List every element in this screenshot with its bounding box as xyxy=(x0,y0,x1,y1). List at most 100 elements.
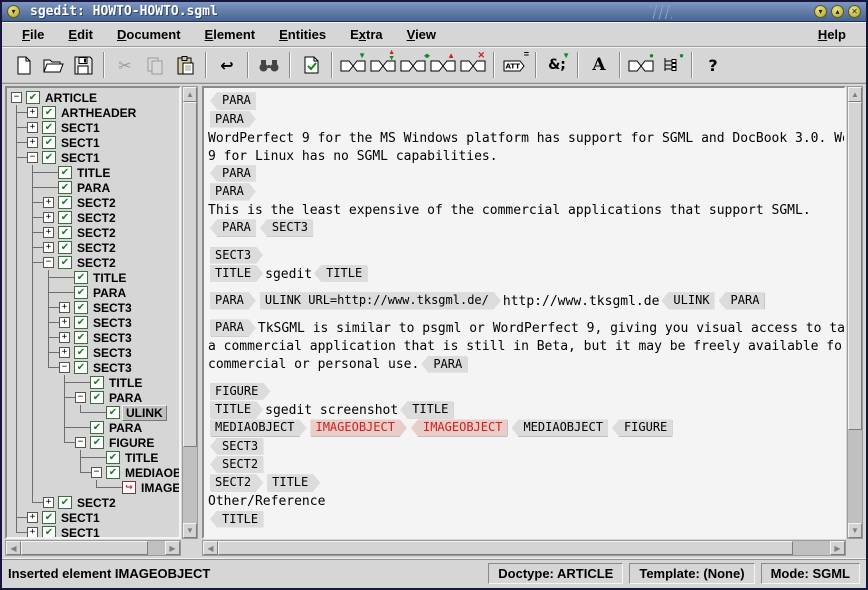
tree-toggle-plus[interactable]: + xyxy=(59,347,70,358)
scroll-right-arrow[interactable]: ▶ xyxy=(165,541,180,555)
sgml-close-tag[interactable]: SECT3 xyxy=(260,219,313,236)
tree-node-para[interactable]: ✔PARA xyxy=(7,285,179,300)
tree-toggle-plus[interactable]: + xyxy=(43,227,54,238)
delete-element-button[interactable]: ✕ xyxy=(458,51,488,79)
attribute-editor-button[interactable]: ATT= xyxy=(500,51,530,79)
sgml-open-tag[interactable]: SECT3 xyxy=(210,247,263,264)
scroll-thumb[interactable] xyxy=(848,102,862,430)
tree-toggle-plus[interactable]: + xyxy=(43,197,54,208)
document-editor[interactable]: PARAPARAWordPerfect 9 for the MS Windows… xyxy=(202,86,846,539)
tree-node-figure[interactable]: −✔FIGURE xyxy=(7,435,179,450)
tree-node-sect3[interactable]: +✔SECT3 xyxy=(7,315,179,330)
sgml-close-tag[interactable]: PARA xyxy=(210,92,256,109)
scroll-thumb[interactable] xyxy=(218,541,793,555)
tree-node-sect1[interactable]: +✔SECT1 xyxy=(7,510,179,525)
tree-toggle-plus[interactable]: + xyxy=(43,497,54,508)
scroll-thumb[interactable] xyxy=(21,541,148,555)
sgml-open-tag[interactable]: PARA xyxy=(210,292,256,309)
tree-node-para[interactable]: −✔PARA xyxy=(7,390,179,405)
tree-node-title[interactable]: ✔TITLE xyxy=(7,375,179,390)
tree-horizontal-scrollbar[interactable]: ◀ ▶ xyxy=(5,540,181,556)
tree-toggle-minus[interactable]: − xyxy=(43,257,54,268)
change-element-button[interactable]: ▲▼ xyxy=(368,51,398,79)
menu-file[interactable]: File xyxy=(10,24,56,45)
toggle-tags-button[interactable]: ● xyxy=(626,51,656,79)
close-button[interactable]: ✕ xyxy=(848,5,861,18)
insert-parent-element-button[interactable]: ▲ xyxy=(428,51,458,79)
tree-node-title[interactable]: ✔TITLE xyxy=(7,165,179,180)
sgml-close-tag[interactable]: IMAGEOBJECT xyxy=(411,419,507,436)
tree-toggle-minus[interactable]: − xyxy=(91,467,102,478)
sgml-open-tag[interactable]: IMAGEOBJECT xyxy=(310,419,406,436)
tree-toggle-minus[interactable]: − xyxy=(11,92,22,103)
sgml-close-tag[interactable]: MEDIAOBJECT xyxy=(511,419,607,436)
insert-element-button[interactable]: ▼ xyxy=(338,51,368,79)
sgml-open-tag[interactable]: PARA xyxy=(210,183,256,200)
tree-node-sect3[interactable]: +✔SECT3 xyxy=(7,300,179,315)
scroll-left-arrow[interactable]: ◀ xyxy=(6,541,21,555)
tree-toggle-plus[interactable]: + xyxy=(27,527,38,538)
new-document-button[interactable] xyxy=(8,51,38,79)
save-button[interactable] xyxy=(68,51,98,79)
menu-help[interactable]: Help xyxy=(806,24,858,45)
sgml-open-tag[interactable]: MEDIAOBJECT xyxy=(210,419,306,436)
maximize-button[interactable]: ▴ xyxy=(831,5,844,18)
sgml-close-tag[interactable]: PARA xyxy=(210,219,256,236)
tree-node-sect1[interactable]: +✔SECT1 xyxy=(7,120,179,135)
tree-toggle-plus[interactable]: + xyxy=(27,512,38,523)
tree-toggle-plus[interactable]: + xyxy=(59,332,70,343)
sgml-close-tag[interactable]: TITLE xyxy=(400,401,453,418)
open-document-button[interactable] xyxy=(38,51,68,79)
tree-node-para[interactable]: ✔PARA xyxy=(7,180,179,195)
titlebar[interactable]: ▾ sgedit: HOWTO-HOWTO.sgml ▾ ▴ ✕ xyxy=(2,2,866,22)
editor-vertical-scrollbar[interactable]: ▲ ▼ xyxy=(847,86,863,539)
tree-node-sect3[interactable]: +✔SECT3 xyxy=(7,345,179,360)
sgml-open-tag[interactable]: TITLE xyxy=(210,401,263,418)
find-button[interactable] xyxy=(254,51,284,79)
tree-toggle-plus[interactable]: + xyxy=(27,137,38,148)
tree-node-title[interactable]: ✔TITLE xyxy=(7,450,179,465)
tree-node-artheader[interactable]: +✔ARTHEADER xyxy=(7,105,179,120)
tree-toggle-minus[interactable]: − xyxy=(75,392,86,403)
tree-toggle-plus[interactable]: + xyxy=(27,107,38,118)
tree-node-title[interactable]: ✔TITLE xyxy=(7,270,179,285)
scroll-trough[interactable] xyxy=(183,102,197,523)
sgml-close-tag[interactable]: TITLE xyxy=(314,265,367,282)
tree-toggle-minus[interactable]: − xyxy=(75,437,86,448)
undo-button[interactable]: ↩ xyxy=(212,51,242,79)
sgml-open-tag[interactable]: TITLE xyxy=(210,265,263,282)
tree-node-sect2[interactable]: +✔SECT2 xyxy=(7,195,179,210)
scroll-trough[interactable] xyxy=(21,541,165,555)
copy-button[interactable] xyxy=(140,51,170,79)
tree-node-sect2[interactable]: +✔SECT2 xyxy=(7,240,179,255)
sgml-open-tag[interactable]: ULINK URL=http://www.tksgml.de/ xyxy=(260,292,501,309)
tree-node-sect3[interactable]: +✔SECT3 xyxy=(7,330,179,345)
tree-toggle-plus[interactable]: + xyxy=(43,212,54,223)
insert-entity-button[interactable]: &;▼ xyxy=(542,51,572,79)
tree-node-sect2[interactable]: −✔SECT2 xyxy=(7,255,179,270)
tree-node-sect2[interactable]: +✔SECT2 xyxy=(7,495,179,510)
validate-button[interactable] xyxy=(296,51,326,79)
sgml-close-tag[interactable]: ULINK xyxy=(661,292,714,309)
menu-entities[interactable]: Entities xyxy=(267,24,338,45)
tree-toggle-plus[interactable]: + xyxy=(43,242,54,253)
tree-node-article[interactable]: −✔ARTICLE xyxy=(7,90,179,105)
document-tree[interactable]: −✔ARTICLE+✔ARTHEADER+✔SECT1+✔SECT1−✔SECT… xyxy=(5,86,181,539)
tree-node-sect2[interactable]: +✔SECT2 xyxy=(7,225,179,240)
menu-view[interactable]: View xyxy=(395,24,448,45)
scroll-thumb[interactable] xyxy=(183,102,197,447)
tree-toggle-plus[interactable]: + xyxy=(59,317,70,328)
menu-element[interactable]: Element xyxy=(193,24,268,45)
sgml-close-tag[interactable]: FIGURE xyxy=(612,419,672,436)
tree-node-mediaobj[interactable]: −✔MEDIAOBJ xyxy=(7,465,179,480)
scroll-up-arrow[interactable]: ▲ xyxy=(183,87,197,102)
menu-extra[interactable]: Extra xyxy=(338,24,395,45)
scroll-up-arrow[interactable]: ▲ xyxy=(848,87,862,102)
sgml-close-tag[interactable]: PARA xyxy=(421,356,467,373)
tree-toggle-minus[interactable]: − xyxy=(27,152,38,163)
minimize-button[interactable]: ▾ xyxy=(814,5,827,18)
tree-node-ulink[interactable]: ✔ULINK xyxy=(7,405,179,420)
window-menu-button[interactable]: ▾ xyxy=(7,5,20,18)
scroll-left-arrow[interactable]: ◀ xyxy=(203,541,218,555)
toggle-tree-button[interactable]: ● xyxy=(656,51,686,79)
